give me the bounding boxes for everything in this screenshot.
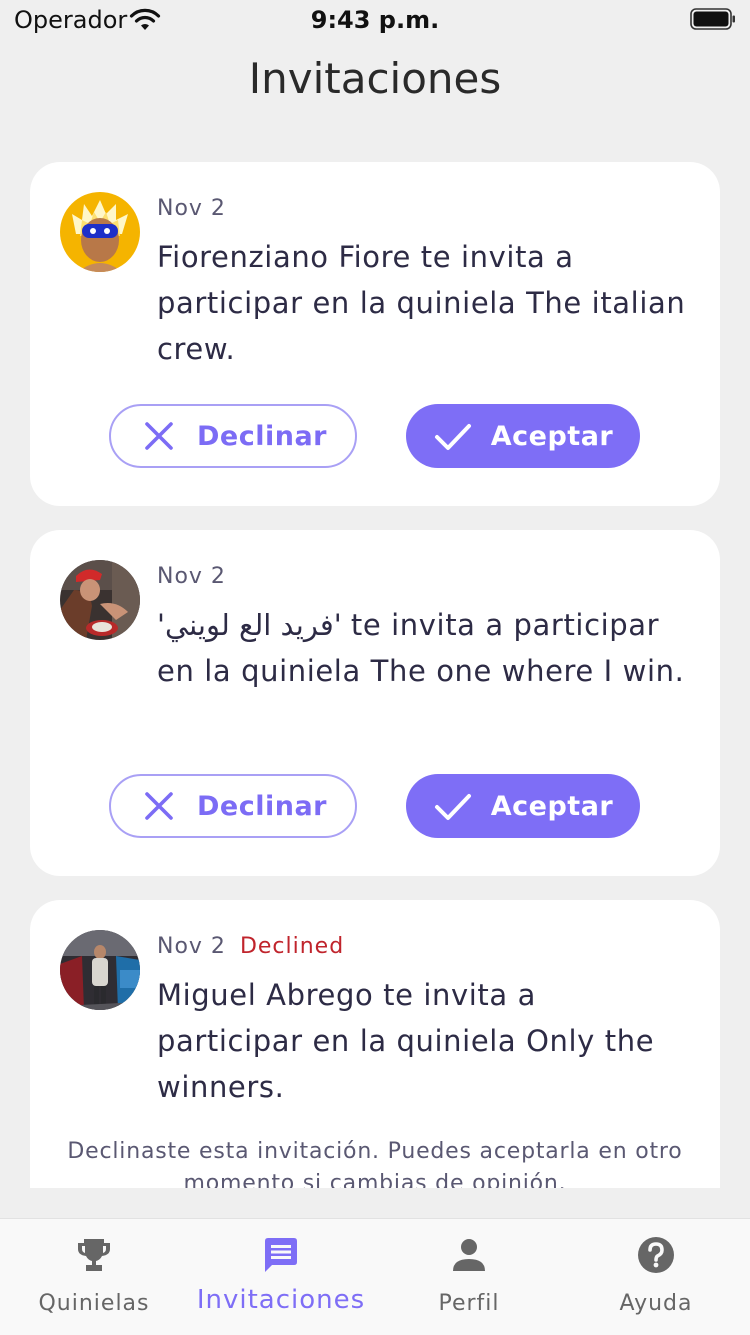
tab-label: Invitaciones [196, 1285, 366, 1315]
status-bar: Operador 9:43 p.m. [0, 0, 750, 40]
decline-button[interactable]: Declinar [109, 774, 357, 838]
invitation-card: Nov 2 Fiorenziano Fiore te invita a part… [30, 162, 720, 506]
invitation-message: 'فريد الع لويني' te invita a participar … [157, 608, 685, 688]
avatar [60, 560, 140, 640]
help-icon [638, 1237, 674, 1273]
check-icon [434, 424, 471, 450]
invitation-date: Nov 2 [157, 196, 226, 221]
invitations-list[interactable]: Nov 2 Fiorenziano Fiore te invita a part… [0, 140, 750, 1188]
tab-quinielas[interactable]: Quinielas [0, 1219, 188, 1335]
invitation-meta: Nov 2 Declined [157, 934, 344, 959]
close-icon [145, 422, 173, 450]
invitation-meta: Nov 2 [157, 196, 226, 221]
page-title: Invitaciones [248, 54, 502, 103]
decline-label: Declinar [197, 420, 327, 452]
invitation-card: Nov 2 'فريد الع لويني' te invita a parti… [30, 530, 720, 876]
invitation-date: Nov 2 [157, 564, 226, 589]
invitation-message: Fiorenziano Fiore te invita a participar… [157, 240, 686, 366]
tab-ayuda[interactable]: Ayuda [562, 1219, 750, 1335]
tab-label: Quinielas [38, 1291, 150, 1316]
trophy-icon [78, 1239, 110, 1271]
clock: 9:43 p.m. [310, 6, 440, 34]
avatar [60, 930, 140, 1010]
invitation-message: Miguel Abrego te invita a participar en … [157, 978, 655, 1104]
person-icon [453, 1239, 485, 1271]
status-badge: Declined [239, 934, 345, 959]
close-icon [145, 792, 173, 820]
accept-label: Aceptar [490, 790, 614, 822]
avatar [60, 192, 140, 272]
decline-label: Declinar [197, 790, 327, 822]
tab-bar: Quinielas Invitaciones Perfil Ayuda [0, 1218, 750, 1335]
tab-invitaciones[interactable]: Invitaciones [187, 1219, 375, 1335]
tab-perfil[interactable]: Perfil [375, 1219, 563, 1335]
invitation-date: Nov 2 [157, 934, 226, 959]
decline-button[interactable]: Declinar [109, 404, 357, 468]
chat-icon [265, 1238, 297, 1272]
invitation-card: Nov 2 Declined Miguel Abrego te invita a … [30, 900, 720, 1188]
accept-button[interactable]: Aceptar [406, 404, 640, 468]
accept-button[interactable]: Aceptar [406, 774, 640, 838]
tab-label: Perfil [438, 1291, 500, 1316]
tab-label: Ayuda [619, 1291, 693, 1316]
declined-note: Declinaste esta invitación. Puedes acept… [67, 1139, 683, 1188]
battery-icon [690, 8, 735, 30]
check-icon [434, 794, 471, 820]
invitation-meta: Nov 2 [157, 564, 226, 589]
accept-label: Aceptar [490, 420, 614, 452]
